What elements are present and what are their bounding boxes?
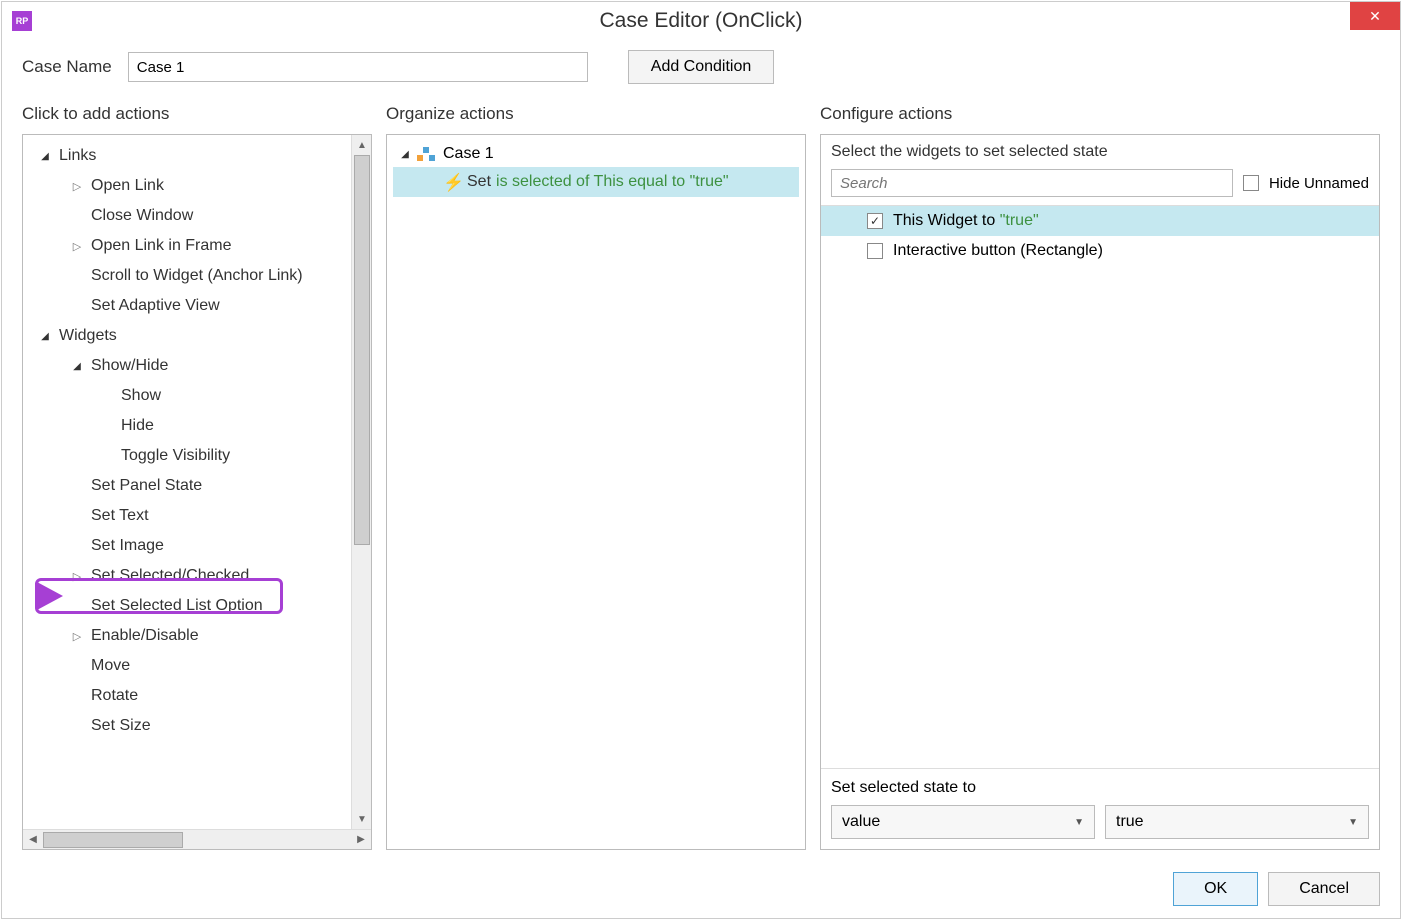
expand-icon[interactable] bbox=[71, 180, 83, 193]
dialog-footer: OK Cancel bbox=[2, 860, 1400, 918]
organize-case-label: Case 1 bbox=[443, 145, 494, 163]
case-icon bbox=[417, 147, 435, 161]
window-title: Case Editor (OnClick) bbox=[599, 9, 802, 33]
tree-show-hide[interactable]: Show/Hide bbox=[23, 351, 351, 381]
tree-set-selected-list-option[interactable]: Set Selected List Option bbox=[23, 591, 351, 621]
close-button[interactable]: ✕ bbox=[1350, 2, 1400, 30]
widget-search-input[interactable] bbox=[831, 169, 1233, 197]
scroll-up-icon[interactable]: ▲ bbox=[352, 135, 372, 155]
case-name-input[interactable] bbox=[128, 52, 588, 82]
widget-item-interactive-button[interactable]: Interactive button (Rectangle) bbox=[821, 236, 1379, 266]
scroll-thumb-h[interactable] bbox=[43, 832, 183, 848]
chevron-down-icon: ▼ bbox=[1074, 817, 1084, 828]
action-set-label: Set bbox=[467, 173, 491, 191]
tree-scroll-to-widget[interactable]: Scroll to Widget (Anchor Link) bbox=[23, 261, 351, 291]
configure-panel: Select the widgets to set selected state… bbox=[820, 134, 1380, 850]
scroll-right-icon[interactable]: ▶ bbox=[351, 830, 371, 850]
tree-open-link[interactable]: Open Link bbox=[23, 171, 351, 201]
widget-item-this[interactable]: ✓ This Widget to "true" bbox=[821, 206, 1379, 236]
tree-hide[interactable]: Hide bbox=[23, 411, 351, 441]
widget-this-label: This Widget to bbox=[893, 212, 995, 229]
organize-panel: Case 1 ⚡ Set is selected of This equal t… bbox=[386, 134, 806, 850]
widget-this-value: "true" bbox=[1000, 212, 1039, 229]
close-icon: ✕ bbox=[1369, 8, 1381, 25]
add-condition-button[interactable]: Add Condition bbox=[628, 50, 775, 84]
expand-icon[interactable] bbox=[71, 570, 83, 583]
tree-links[interactable]: Links bbox=[23, 141, 351, 171]
expand-icon[interactable] bbox=[39, 330, 51, 342]
select-widgets-label: Select the widgets to set selected state bbox=[821, 135, 1379, 169]
scroll-left-icon[interactable]: ◀ bbox=[23, 830, 43, 850]
expand-icon[interactable] bbox=[71, 240, 83, 253]
configure-header: Configure actions bbox=[820, 104, 1380, 124]
tree-set-text[interactable]: Set Text bbox=[23, 501, 351, 531]
ok-button[interactable]: OK bbox=[1173, 872, 1258, 906]
case-name-label: Case Name bbox=[22, 57, 112, 77]
configure-column: Configure actions Select the widgets to … bbox=[820, 104, 1380, 850]
case-name-row: Case Name Add Condition bbox=[2, 40, 1400, 104]
tree-set-selected-checked[interactable]: Set Selected/Checked bbox=[23, 561, 351, 591]
scroll-down-icon[interactable]: ▼ bbox=[352, 809, 372, 829]
widget-checkbox[interactable]: ✓ bbox=[867, 213, 883, 229]
cancel-button[interactable]: Cancel bbox=[1268, 872, 1380, 906]
scroll-thumb[interactable] bbox=[354, 155, 370, 545]
hide-unnamed-checkbox[interactable] bbox=[1243, 175, 1259, 191]
app-icon: RP bbox=[12, 11, 32, 31]
highlight-arrow-icon bbox=[37, 582, 63, 610]
expand-icon[interactable] bbox=[39, 150, 51, 162]
tree-widgets[interactable]: Widgets bbox=[23, 321, 351, 351]
tree-set-size[interactable]: Set Size bbox=[23, 711, 351, 741]
configure-bottom: Set selected state to value ▼ true ▼ bbox=[821, 768, 1379, 849]
chevron-down-icon: ▼ bbox=[1348, 817, 1358, 828]
vertical-scrollbar[interactable]: ▲ ▼ bbox=[351, 135, 371, 829]
tree-open-link-frame[interactable]: Open Link in Frame bbox=[23, 231, 351, 261]
tree-toggle-visibility[interactable]: Toggle Visibility bbox=[23, 441, 351, 471]
tree-rotate[interactable]: Rotate bbox=[23, 681, 351, 711]
state-type-value: value bbox=[842, 813, 880, 831]
widget-interactive-label: Interactive button (Rectangle) bbox=[893, 242, 1103, 260]
organize-header: Organize actions bbox=[386, 104, 806, 124]
tree-set-panel-state[interactable]: Set Panel State bbox=[23, 471, 351, 501]
actions-column: Click to add actions Links Open Link Clo… bbox=[22, 104, 372, 850]
bolt-icon: ⚡ bbox=[443, 173, 457, 191]
titlebar: RP Case Editor (OnClick) ✕ bbox=[2, 2, 1400, 40]
widget-checkbox[interactable] bbox=[867, 243, 883, 259]
expand-icon[interactable] bbox=[399, 148, 411, 160]
main-columns: Click to add actions Links Open Link Clo… bbox=[2, 104, 1400, 860]
actions-header: Click to add actions bbox=[22, 104, 372, 124]
set-state-label: Set selected state to bbox=[831, 779, 1369, 797]
tree-show[interactable]: Show bbox=[23, 381, 351, 411]
tree-enable-disable[interactable]: Enable/Disable bbox=[23, 621, 351, 651]
case-editor-window: RP Case Editor (OnClick) ✕ Case Name Add… bbox=[1, 1, 1401, 919]
organize-action-row[interactable]: ⚡ Set is selected of This equal to "true… bbox=[393, 167, 799, 197]
hide-unnamed-label: Hide Unnamed bbox=[1269, 175, 1369, 192]
tree-set-adaptive-view[interactable]: Set Adaptive View bbox=[23, 291, 351, 321]
expand-icon[interactable] bbox=[71, 360, 83, 372]
actions-tree[interactable]: Links Open Link Close Window Open Link i… bbox=[23, 135, 351, 829]
tree-set-image[interactable]: Set Image bbox=[23, 531, 351, 561]
state-value-dropdown[interactable]: true ▼ bbox=[1105, 805, 1369, 839]
tree-close-window[interactable]: Close Window bbox=[23, 201, 351, 231]
widget-list: ✓ This Widget to "true" Interactive butt… bbox=[821, 205, 1379, 768]
organize-column: Organize actions Case 1 ⚡ Set is selecte… bbox=[386, 104, 806, 850]
horizontal-scrollbar[interactable]: ◀ ▶ bbox=[23, 829, 371, 849]
state-value-value: true bbox=[1116, 813, 1144, 831]
organize-case-row[interactable]: Case 1 bbox=[393, 141, 799, 167]
action-desc: is selected of This equal to "true" bbox=[496, 173, 729, 191]
expand-icon[interactable] bbox=[71, 630, 83, 643]
actions-panel: Links Open Link Close Window Open Link i… bbox=[22, 134, 372, 850]
tree-move[interactable]: Move bbox=[23, 651, 351, 681]
state-type-dropdown[interactable]: value ▼ bbox=[831, 805, 1095, 839]
